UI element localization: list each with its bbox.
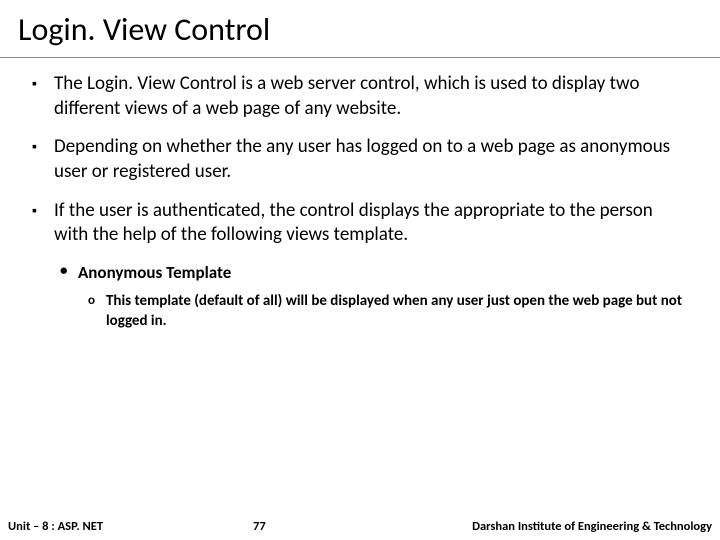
footer-page-number: 77 <box>253 519 266 534</box>
bullet-text: If the user is authenticated, the contro… <box>54 199 688 248</box>
bullet-text: Anonymous Template <box>78 262 688 284</box>
footer-unit-label: Unit – 8 : ASP. NET <box>8 519 103 534</box>
bullet-item: ▪ Depending on whether the any user has … <box>32 135 688 184</box>
slide: Login. View Control ▪ The Login. View Co… <box>0 0 720 540</box>
square-bullet-icon: ▪ <box>32 199 54 248</box>
dot-bullet-icon: • <box>60 262 78 284</box>
bullet-text: The Login. View Control is a web server … <box>54 72 688 121</box>
bullet-text: This template (default of all) will be d… <box>106 292 688 331</box>
bullet-item-sub: • Anonymous Template <box>60 262 688 284</box>
page-title: Login. View Control <box>0 0 720 58</box>
circle-bullet-icon: o <box>88 292 106 331</box>
bullet-item-subsub: o This template (default of all) will be… <box>88 292 688 331</box>
footer-institute: Darshan Institute of Engineering & Techn… <box>266 519 712 534</box>
bullet-item: ▪ If the user is authenticated, the cont… <box>32 199 688 248</box>
content-area: ▪ The Login. View Control is a web serve… <box>0 58 720 331</box>
square-bullet-icon: ▪ <box>32 72 54 121</box>
bullet-item: ▪ The Login. View Control is a web serve… <box>32 72 688 121</box>
slide-footer: Unit – 8 : ASP. NET 77 Darshan Institute… <box>0 512 720 540</box>
square-bullet-icon: ▪ <box>32 135 54 184</box>
bullet-text: Depending on whether the any user has lo… <box>54 135 688 184</box>
